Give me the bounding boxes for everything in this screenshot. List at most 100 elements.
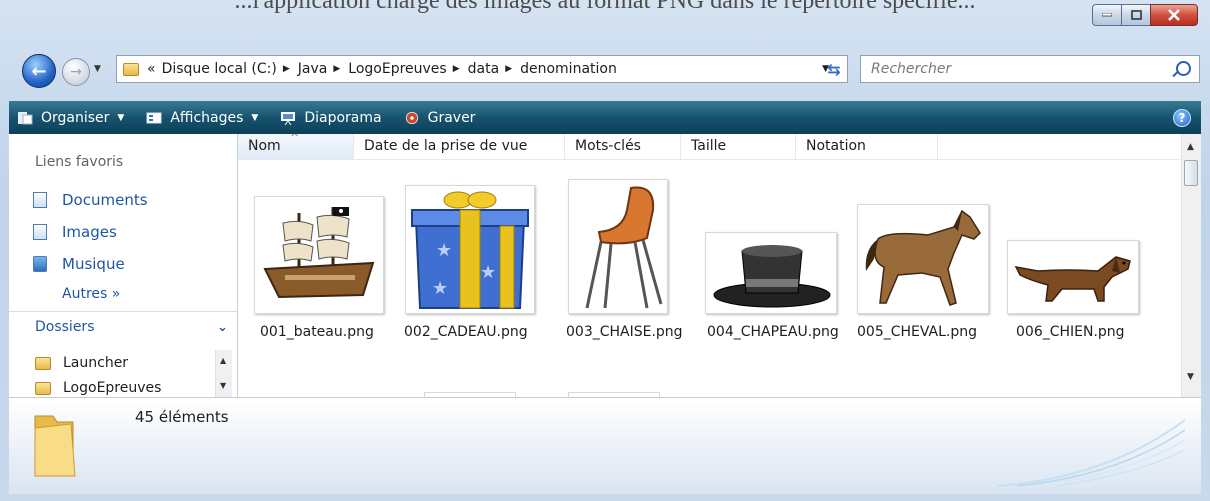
pirate-ship-icon: [263, 207, 375, 299]
views-label: Affichages: [170, 109, 244, 126]
favorites-header: Liens favoris: [35, 154, 124, 170]
column-rating[interactable]: Notation: [796, 134, 938, 159]
chevron-right-icon[interactable]: ▶: [453, 64, 460, 74]
scroll-up-icon[interactable]: ▲: [1187, 142, 1194, 152]
tree-item-logoepreuves[interactable]: LogoEpreuves: [35, 380, 161, 396]
address-bar[interactable]: « Disque local (C:) ▶ Java ▶ LogoEpreuve…: [116, 55, 848, 83]
favorite-label: Musique: [62, 255, 125, 273]
recent-pages-dropdown[interactable]: ▼: [94, 64, 101, 74]
search-icon[interactable]: [1176, 61, 1191, 76]
chevron-down-icon: ▼: [117, 112, 125, 123]
organize-icon: [18, 111, 33, 124]
file-thumbnail-bateau[interactable]: [254, 196, 384, 314]
search-input[interactable]: [869, 60, 1173, 78]
column-keywords[interactable]: Mots-clés: [565, 134, 681, 159]
scroll-down-icon[interactable]: ▼: [1187, 372, 1194, 382]
organize-label: Organiser: [41, 109, 110, 126]
file-thumbnail-cadeau[interactable]: ★ ★ ★: [405, 185, 535, 314]
chair-icon: [585, 186, 663, 309]
svg-text:★: ★: [436, 240, 452, 261]
burn-label: Graver: [427, 109, 476, 126]
folder-icon: [123, 62, 139, 76]
search-box: [860, 55, 1200, 83]
arrow-right-icon: →: [70, 64, 82, 80]
close-button[interactable]: [1150, 4, 1198, 26]
documents-icon: [33, 192, 47, 208]
breadcrumb-overflow[interactable]: «: [147, 61, 156, 77]
minimize-button[interactable]: [1092, 4, 1121, 26]
maximize-icon: [1130, 10, 1142, 20]
file-name[interactable]: 004_CHAPEAU.png: [707, 324, 839, 340]
column-nom[interactable]: Nom: [238, 134, 354, 159]
folders-scrollbar[interactable]: ▲ ▼: [215, 350, 232, 397]
column-headers: Nom Date de la prise de vue Mots-clés Ta…: [238, 134, 1181, 160]
breadcrumb-disque-local[interactable]: Disque local (C:): [162, 61, 277, 77]
slideshow-button[interactable]: Diaporama: [280, 110, 382, 126]
file-name[interactable]: 002_CADEAU.png: [404, 324, 528, 340]
tree-item-label: LogoEpreuves: [63, 380, 162, 396]
file-list: Nom Date de la prise de vue Mots-clés Ta…: [238, 134, 1181, 397]
horse-icon: [865, 209, 981, 306]
burn-disc-icon: [405, 111, 418, 124]
explorer-window: ...l'application charge des images au fo…: [0, 0, 1210, 501]
burn-button[interactable]: Graver: [404, 109, 476, 126]
file-name[interactable]: 006_CHIEN.png: [1016, 324, 1125, 340]
file-thumbnail-cheval[interactable]: [857, 204, 989, 314]
favorite-documents[interactable]: Documents: [33, 191, 148, 209]
favorite-images[interactable]: Images: [33, 223, 117, 241]
refresh-icon: ⇆: [827, 59, 841, 79]
item-count: 45 éléments: [135, 408, 229, 426]
views-menu[interactable]: Affichages ▼: [146, 110, 258, 126]
help-button[interactable]: ?: [1173, 109, 1191, 127]
chevron-down-icon: ▼: [251, 112, 259, 123]
file-thumbnail-chien[interactable]: [1007, 240, 1139, 314]
close-icon: [1168, 9, 1180, 21]
scroll-down-icon[interactable]: ▼: [220, 381, 226, 390]
file-name[interactable]: 003_CHAISE.png: [566, 324, 683, 340]
back-button[interactable]: ←: [22, 54, 56, 88]
chevron-right-icon[interactable]: ▶: [333, 64, 340, 74]
favorite-label: Images: [62, 223, 117, 241]
details-pane: 45 éléments: [9, 397, 1201, 494]
favorite-music[interactable]: Musique: [33, 255, 125, 273]
views-icon: [146, 112, 162, 123]
divider: [9, 311, 237, 312]
file-thumbnail-chapeau[interactable]: [705, 232, 837, 314]
images-icon: [33, 224, 47, 240]
music-icon: [33, 256, 47, 272]
breadcrumb-data[interactable]: data: [468, 61, 500, 77]
file-name[interactable]: 005_CHEVAL.png: [857, 324, 977, 340]
help-icon: ?: [1178, 111, 1186, 125]
scroll-up-icon[interactable]: ▲: [220, 356, 226, 365]
maximize-button[interactable]: [1121, 4, 1150, 26]
background-text: ...l'application charge des images au fo…: [234, 0, 976, 14]
folder-icon: [35, 356, 51, 370]
file-thumbnail-chaise[interactable]: [568, 179, 668, 314]
chevron-right-icon[interactable]: ▶: [505, 64, 512, 74]
organize-menu[interactable]: Organiser ▼: [17, 110, 124, 126]
refresh-button[interactable]: ⇆: [817, 55, 851, 83]
column-date[interactable]: Date de la prise de vue: [354, 134, 565, 159]
file-name[interactable]: 001_bateau.png: [260, 324, 374, 340]
breadcrumb-java[interactable]: Java: [298, 61, 328, 77]
breadcrumb-denomination[interactable]: denomination: [520, 61, 617, 77]
column-size[interactable]: Taille: [681, 134, 796, 159]
navigation-pane: Liens favoris Documents Images Musique A…: [9, 134, 238, 397]
breadcrumb-logoepreuves[interactable]: LogoEpreuves: [348, 61, 446, 77]
address-row: ← → ▼ « Disque local (C:) ▶ Java ▶ LogoE…: [0, 46, 1210, 94]
chevron-right-icon[interactable]: ▶: [283, 64, 290, 74]
tree-item-label: Launcher: [63, 355, 129, 371]
more-links[interactable]: Autres »: [62, 286, 120, 302]
scroll-thumb[interactable]: [1184, 160, 1198, 186]
forward-button[interactable]: →: [62, 58, 90, 86]
slideshow-icon: [281, 111, 296, 125]
favorite-label: Documents: [62, 191, 148, 209]
tree-item-launcher[interactable]: Launcher: [35, 355, 128, 371]
command-bar: Organiser ▼ Affichages ▼ Diaporama Grave…: [9, 101, 1201, 134]
top-hat-icon: [713, 245, 831, 308]
decorative-swoosh: [997, 419, 1186, 487]
file-list-scrollbar[interactable]: ▲ ▼: [1181, 134, 1201, 397]
chevron-down-icon[interactable]: ⌄: [217, 320, 228, 335]
folders-header[interactable]: Dossiers: [35, 319, 95, 335]
dachshund-icon: [1014, 256, 1131, 302]
